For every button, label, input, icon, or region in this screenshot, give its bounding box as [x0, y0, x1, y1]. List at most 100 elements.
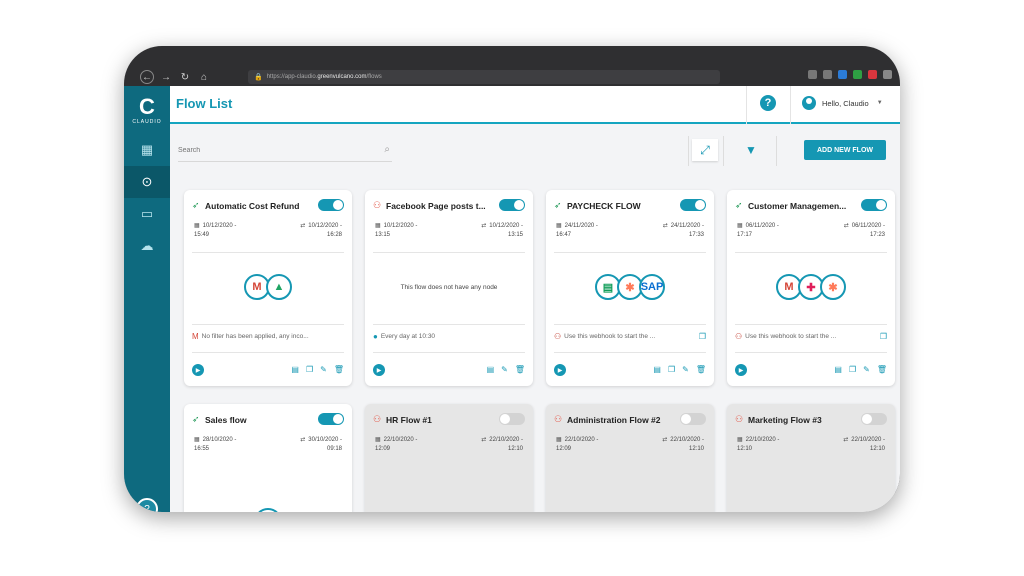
- run-flow-button[interactable]: ▶: [554, 364, 566, 376]
- divider: [554, 252, 706, 253]
- flow-card[interactable]: ➶ Automatic Cost Refund ▦ 10/12/2020 -15:49…: [184, 190, 352, 386]
- created-time: 13:15: [375, 232, 391, 238]
- flow-title[interactable]: Marketing Flow #3: [748, 415, 822, 425]
- flow-active-toggle[interactable]: [861, 199, 887, 211]
- filter-icon: ▼: [745, 143, 757, 157]
- address-bar[interactable]: 🔒 https://app-claudio. greenvulcano.com/f…: [248, 70, 720, 84]
- extension-icon[interactable]: [838, 70, 847, 79]
- node-icon[interactable]: SAP: [639, 274, 665, 300]
- trigger-text: No filter has been applied, any inco...: [201, 333, 309, 340]
- flow-active-toggle[interactable]: [861, 413, 887, 425]
- flow-active-toggle[interactable]: [499, 199, 525, 211]
- expand-button[interactable]: ⤢: [692, 139, 718, 161]
- sync-icon: ⇄: [481, 223, 487, 229]
- calendar-icon: ▦: [194, 223, 200, 229]
- device-frame: ← → ↻ ⌂ 🔒 https://app-claudio. greenvulca…: [124, 46, 900, 512]
- duplicate-icon[interactable]: ❐: [668, 365, 675, 374]
- flow-card[interactable]: ⚇ HR Flow #1 ▦ 22/10/2020 -12:09 ⇄ 22/10/2020…: [365, 404, 533, 512]
- edit-icon[interactable]: ✎: [863, 365, 870, 374]
- edit-icon[interactable]: ✎: [682, 365, 689, 374]
- delete-icon[interactable]: 🗑: [515, 365, 525, 374]
- flow-title[interactable]: Customer Managemen...: [748, 201, 846, 211]
- run-flow-button[interactable]: ▶: [373, 364, 385, 376]
- duplicate-icon[interactable]: ❐: [306, 365, 313, 374]
- sidebar-icon[interactable]: [823, 70, 832, 79]
- back-arrow-icon[interactable]: ←: [140, 70, 154, 84]
- delete-icon[interactable]: 🗑: [696, 365, 706, 374]
- flow-card[interactable]: ➶ PAYCHECK FLOW ▦ 24/11/2020 -16:47 ⇄ 24/11/2…: [546, 190, 714, 386]
- flow-card-header: ➶ Sales flow: [192, 413, 344, 425]
- search-input[interactable]: [178, 147, 368, 154]
- edit-icon[interactable]: ✎: [320, 365, 327, 374]
- flow-active-toggle[interactable]: [680, 199, 706, 211]
- copy-icon[interactable]: ❐: [880, 332, 887, 341]
- library-icon[interactable]: [808, 70, 817, 79]
- flow-card-header: ➶ Automatic Cost Refund: [192, 199, 344, 211]
- search-icon[interactable]: ⌕: [384, 144, 390, 155]
- flow-card[interactable]: ➶ Customer Managemen... ▦ 06/11/2020 -17:17…: [727, 190, 895, 386]
- sidebar-item-dashboard[interactable]: ▦: [124, 134, 170, 166]
- logs-icon[interactable]: ▤: [834, 365, 842, 374]
- node-icon[interactable]: [254, 508, 282, 512]
- logs-icon[interactable]: ▤: [487, 365, 495, 374]
- flow-active-toggle[interactable]: [318, 199, 344, 211]
- flow-title[interactable]: Sales flow: [205, 415, 247, 425]
- created-time: 12:09: [375, 446, 391, 452]
- home-icon[interactable]: ⌂: [197, 70, 211, 84]
- flow-title[interactable]: PAYCHECK FLOW: [567, 201, 641, 211]
- sidebar-item-flow[interactable]: ⊙: [124, 166, 170, 198]
- sidebar-item-cloud[interactable]: ☁: [124, 230, 170, 262]
- flow-card[interactable]: ⚇ Facebook Page posts t... ▦ 10/12/2020 -13…: [365, 190, 533, 386]
- copy-icon[interactable]: ❐: [699, 332, 706, 341]
- sidebar-item-terminal[interactable]: ▭: [124, 198, 170, 230]
- created-time: 16:47: [556, 232, 572, 238]
- flow-active-toggle[interactable]: [680, 413, 706, 425]
- duplicate-icon[interactable]: ❐: [849, 365, 856, 374]
- calendar-icon: ▦: [194, 437, 200, 443]
- updated-time: 17:33: [688, 232, 704, 238]
- forward-arrow-icon[interactable]: →: [159, 70, 173, 84]
- logs-icon[interactable]: ▤: [653, 365, 661, 374]
- divider: [688, 136, 689, 166]
- node-icon[interactable]: ✱: [820, 274, 846, 300]
- sync-icon: ⇄: [300, 223, 306, 229]
- trigger-text: Every day at 10:30: [380, 333, 436, 340]
- updated-date: 10/12/2020 -: [489, 223, 523, 229]
- run-flow-button[interactable]: ▶: [192, 364, 204, 376]
- reload-icon[interactable]: ↻: [178, 70, 192, 84]
- user-menu[interactable]: Hello, Claudio ▼: [802, 96, 883, 110]
- filter-button[interactable]: ▼: [738, 139, 764, 161]
- created-time: 12:09: [556, 446, 572, 452]
- flow-card[interactable]: ➶ Sales flow ▦ 28/10/2020 - 16:55 ⇄ 30/10/2020…: [184, 404, 352, 512]
- flow-title[interactable]: Facebook Page posts t...: [386, 201, 486, 211]
- flow-card-header: ⚇ Administration Flow #2: [554, 413, 706, 425]
- updated-date: 22/10/2020 -: [489, 437, 523, 443]
- edit-icon[interactable]: ✎: [501, 365, 508, 374]
- sync-icon: ⇄: [481, 437, 487, 443]
- updated-date: 22/10/2020 -: [851, 437, 885, 443]
- updated-time: 12:10: [688, 446, 704, 452]
- delete-icon[interactable]: 🗑: [334, 365, 344, 374]
- flow-title[interactable]: Administration Flow #2: [567, 415, 661, 425]
- divider: [746, 86, 747, 124]
- flow-card[interactable]: ⚇ Marketing Flow #3 ▦ 22/10/2020 -12:10 ⇄ 22/…: [727, 404, 895, 512]
- calendar-icon: ▦: [737, 437, 743, 443]
- delete-icon[interactable]: 🗑: [877, 365, 887, 374]
- extension-icon[interactable]: [868, 70, 877, 79]
- flow-card[interactable]: ⚇ Administration Flow #2 ▦ 22/10/2020 -12:0…: [546, 404, 714, 512]
- flow-active-toggle[interactable]: [499, 413, 525, 425]
- help-icon[interactable]: ?: [760, 95, 776, 111]
- extension-icon[interactable]: [853, 70, 862, 79]
- app-logo[interactable]: C CLAUDIO: [124, 86, 170, 134]
- flow-icon: ⊙: [141, 174, 153, 189]
- run-flow-button[interactable]: ▶: [735, 364, 747, 376]
- flow-title[interactable]: HR Flow #1: [386, 415, 432, 425]
- menu-icon[interactable]: [883, 70, 892, 79]
- help-bubble-icon[interactable]: ?: [136, 498, 158, 512]
- updated-time: 13:15: [507, 232, 523, 238]
- add-new-flow-button[interactable]: ADD NEW FLOW: [804, 140, 886, 160]
- logs-icon[interactable]: ▤: [291, 365, 299, 374]
- flow-title[interactable]: Automatic Cost Refund: [205, 201, 299, 211]
- node-icon[interactable]: ▲: [266, 274, 292, 300]
- flow-active-toggle[interactable]: [318, 413, 344, 425]
